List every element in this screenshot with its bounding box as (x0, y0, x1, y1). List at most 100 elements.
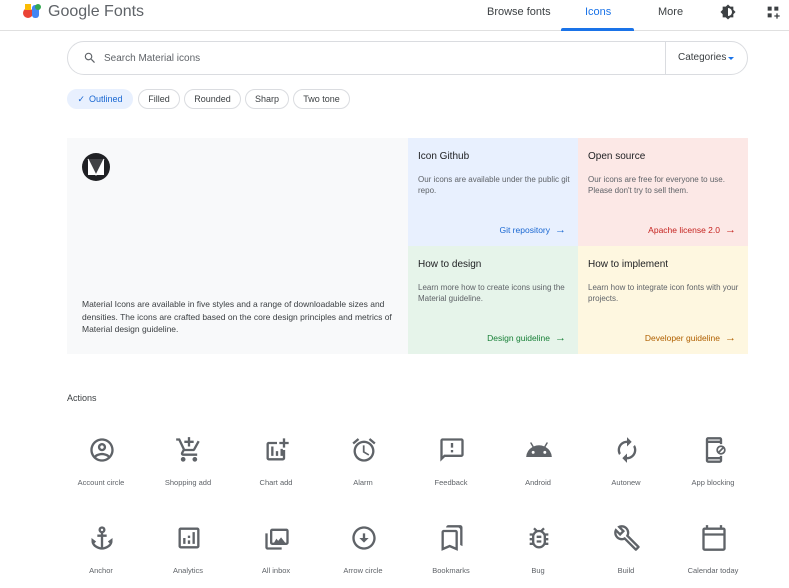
arrow-right-icon: → (555, 332, 566, 344)
chip-label: Rounded (194, 94, 231, 104)
search-input[interactable] (104, 48, 664, 68)
card-how-to-design: How to design Learn more how to create i… (408, 246, 578, 354)
nav-browse-fonts[interactable]: Browse fonts (487, 6, 551, 18)
chip-label: Outlined (89, 94, 123, 104)
nav-more[interactable]: More (658, 6, 683, 18)
chip-outlined[interactable]: ✓ Outlined (67, 89, 133, 109)
calendar-today-icon (702, 525, 726, 551)
card-title: Icon Github (418, 151, 470, 162)
icon-tile-alarm[interactable]: Alarm (319, 436, 407, 506)
icon-tile-calendar-today[interactable]: Calendar today (669, 524, 757, 588)
apache-license-link[interactable]: Apache license 2.0 → (648, 224, 736, 236)
chip-label: Two tone (303, 94, 340, 104)
icon-tile-account-circle[interactable]: Account circle (57, 436, 145, 506)
categories-dropdown[interactable]: Categories (678, 52, 726, 63)
icon-tile-autonew[interactable]: Autonew (582, 436, 670, 506)
icon-label: Calendar today (687, 566, 739, 575)
chip-rounded[interactable]: Rounded (184, 89, 241, 109)
card-description: Our icons are free for everyone to use. … (588, 175, 725, 195)
link-label: Git repository (499, 225, 550, 235)
card-open-source: Open source Our icons are free for every… (578, 138, 748, 246)
icon-label: Bookmarks (432, 566, 470, 575)
icon-label: Chart add (259, 478, 293, 487)
icon-label: Anchor (89, 566, 113, 575)
search-divider (665, 42, 666, 74)
card-description: Learn how to integrate icon fonts with y… (588, 283, 739, 303)
card-description: Our icons are available under the public… (418, 175, 570, 195)
link-label: Apache license 2.0 (648, 225, 720, 235)
section-title: Actions (67, 393, 97, 403)
chip-two-tone[interactable]: Two tone (293, 89, 350, 109)
icon-label: All inbox (261, 566, 291, 575)
google-fonts-logo-icon[interactable] (22, 3, 42, 19)
search-bar: Categories (67, 41, 748, 75)
icon-label: Autonew (611, 478, 641, 487)
bookmarks-icon (441, 525, 463, 551)
icon-tile-bookmarks[interactable]: Bookmarks (407, 524, 495, 588)
icon-tile-analytics[interactable]: Analytics (144, 524, 232, 588)
card-description: Learn more how to create icons using the… (418, 283, 565, 303)
chip-label: Sharp (254, 94, 280, 104)
feedback-icon (440, 438, 464, 462)
autonew-icon (617, 437, 637, 463)
intro-text: Material Icons are available in five sty… (82, 299, 392, 334)
app-blocking-icon (705, 437, 726, 463)
link-label: Design guideline (487, 333, 550, 343)
top-app-bar: Google Fonts Browse fonts Icons More (0, 0, 789, 31)
shopping-add-icon (176, 437, 200, 462)
card-title: How to implement (588, 259, 669, 270)
arrow-right-icon: → (725, 224, 736, 236)
icon-label: Bug (531, 566, 545, 575)
icon-label: Analytics (172, 566, 203, 575)
apps-add-icon[interactable] (765, 4, 781, 20)
check-icon: ✓ (77, 93, 85, 104)
icon-label: Alarm (353, 478, 373, 487)
arrow-right-icon: → (555, 224, 566, 236)
card-icon-github: Icon Github Our icons are available unde… (408, 138, 578, 246)
card-title: How to design (418, 259, 482, 270)
anchor-icon (91, 526, 113, 550)
icon-tile-anchor[interactable]: Anchor (57, 524, 145, 588)
caret-down-icon[interactable] (728, 57, 734, 60)
developer-guideline-link[interactable]: Developer guideline → (645, 332, 736, 344)
alarm-icon (352, 438, 376, 462)
icon-label: Build (617, 566, 635, 575)
bug-icon (529, 527, 549, 549)
icon-tile-shopping-add[interactable]: Shopping add (144, 436, 232, 506)
icon-tile-all-inbox[interactable]: All inbox (232, 524, 320, 588)
git-repository-link[interactable]: Git repository → (499, 224, 566, 236)
card-title: Open source (588, 151, 646, 162)
theme-toggle-icon[interactable] (720, 4, 736, 20)
icon-tile-chart-add[interactable]: Chart add (232, 436, 320, 506)
all-inbox-icon (265, 528, 289, 550)
search-icon[interactable] (83, 51, 97, 65)
chip-filled[interactable]: Filled (138, 89, 180, 109)
intro-panel: Material Icons are available in five sty… (67, 138, 408, 354)
card-how-to-implement: How to implement Learn how to integrate … (578, 246, 748, 354)
icon-tile-arrow-circle[interactable]: Arrow circle (319, 524, 407, 588)
build-icon (614, 525, 640, 551)
icon-tile-build[interactable]: Build (582, 524, 670, 588)
brand-name[interactable]: Google Fonts (48, 3, 144, 21)
icon-label: App blocking (691, 478, 735, 487)
icon-tile-app-blocking[interactable]: App blocking (669, 436, 757, 506)
icon-tile-feedback[interactable]: Feedback (407, 436, 495, 506)
chart-add-icon (266, 438, 289, 461)
analytics-icon (178, 527, 200, 549)
link-label: Developer guideline (644, 333, 720, 343)
arrow-circle-icon (352, 526, 376, 550)
icon-tile-android[interactable]: Android (494, 436, 582, 506)
chip-sharp[interactable]: Sharp (245, 89, 289, 109)
arrow-right-icon: → (725, 332, 736, 344)
icon-label: Feedback (434, 478, 468, 487)
design-guideline-link[interactable]: Design guideline → (487, 332, 566, 344)
android-icon (526, 442, 552, 457)
icon-label: Account circle (77, 478, 125, 487)
icon-tile-bug[interactable]: Bug (494, 524, 582, 588)
material-logo-icon (82, 153, 110, 181)
icon-label: Shopping add (164, 478, 212, 487)
icon-label: Android (525, 478, 551, 487)
nav-icons[interactable]: Icons (585, 6, 611, 18)
icon-label: Arrow circle (343, 566, 383, 575)
account-circle-icon (90, 438, 114, 462)
